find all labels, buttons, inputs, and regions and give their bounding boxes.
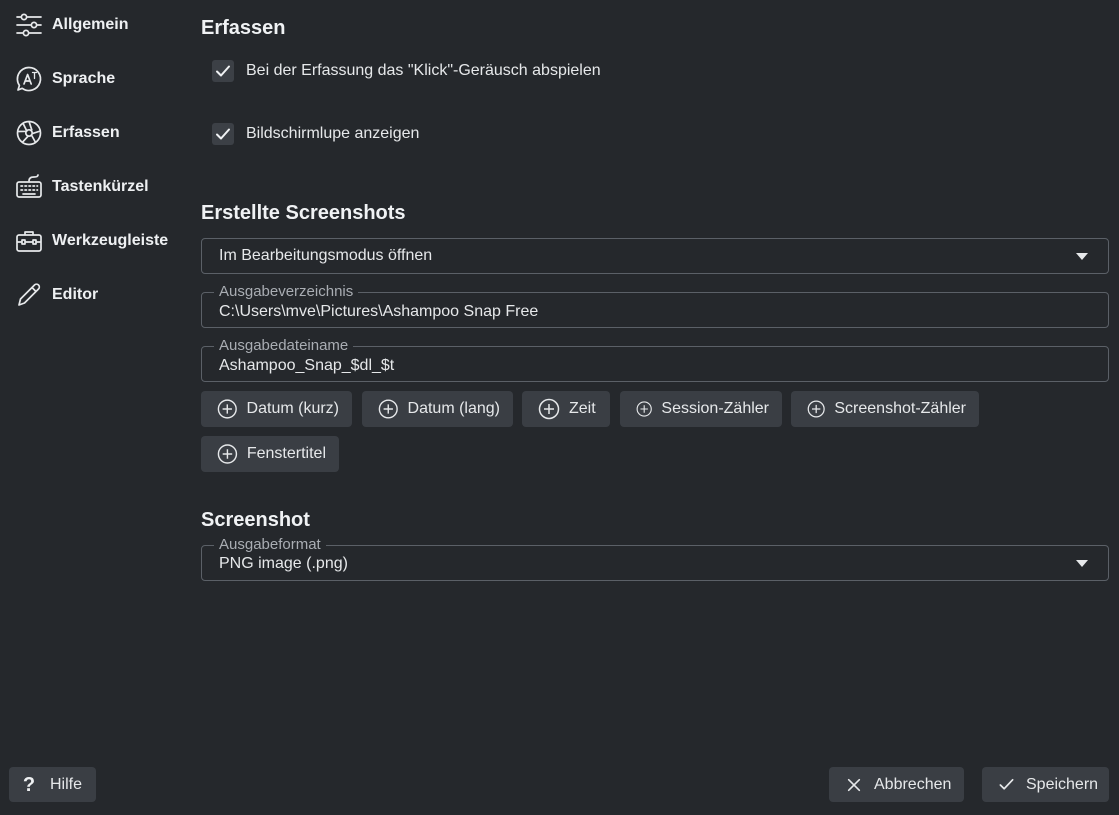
help-button-label: Hilfe <box>50 775 83 793</box>
output-directory-label: Ausgabeverzeichnis <box>214 283 359 301</box>
checkmark-icon <box>997 776 1015 794</box>
output-directory-field: Ausgabeverzeichnis <box>201 283 1109 328</box>
sidebar-item-label: Erfassen <box>52 124 120 141</box>
sidebar-item-label: Tastenkürzel <box>52 178 149 195</box>
question-icon: ? <box>22 773 36 796</box>
section-title-erstellte-screenshots: Erstellte Screenshots <box>201 202 406 224</box>
click-sound-checkbox[interactable] <box>212 60 234 82</box>
sidebar-item-label: Editor <box>52 286 99 303</box>
keyboard-icon <box>14 172 44 202</box>
toolbox-icon <box>14 226 44 256</box>
sliders-icon <box>14 10 44 40</box>
checkmark-icon <box>216 65 230 77</box>
chevron-down-icon <box>1076 253 1088 260</box>
sidebar-item-erfassen[interactable]: Erfassen <box>14 116 184 150</box>
after-capture-value: Im Bearbeitungsmodus öffnen <box>219 247 433 264</box>
plus-circle-icon <box>807 400 825 418</box>
output-filename-label: Ausgabedateiname <box>214 337 354 355</box>
help-button[interactable]: ? Hilfe <box>9 767 96 802</box>
insert-screenshot-counter-button[interactable]: Screenshot-Zähler <box>791 391 979 427</box>
output-format-label: Ausgabeformat <box>214 536 326 554</box>
sidebar-item-editor[interactable]: Editor <box>14 278 184 312</box>
save-button-label: Speichern <box>1026 775 1099 793</box>
chip-label: Datum (lang) <box>407 400 500 417</box>
output-filename-input[interactable] <box>219 356 1089 376</box>
chip-label: Session-Zähler <box>661 400 769 417</box>
cancel-button-label: Abbrechen <box>874 775 952 793</box>
plus-circle-icon <box>538 398 560 420</box>
insert-date-long-button[interactable]: Datum (lang) <box>362 391 513 427</box>
insert-window-title-button[interactable]: Fenstertitel <box>201 436 339 472</box>
cancel-button[interactable]: Abbrechen <box>829 767 964 802</box>
after-capture-select[interactable]: Im Bearbeitungsmodus öffnen <box>201 238 1109 274</box>
output-directory-input[interactable] <box>219 302 1089 322</box>
sidebar-item-sprache[interactable]: Sprache <box>14 62 184 96</box>
sidebar-item-label: Sprache <box>52 70 116 87</box>
chevron-down-icon <box>1076 560 1088 567</box>
magnifier-checkbox-row[interactable]: Bildschirmlupe anzeigen <box>212 123 419 145</box>
click-sound-label: Bei der Erfassung das "Klick"-Geräusch a… <box>246 62 601 79</box>
insert-time-button[interactable]: Zeit <box>522 391 610 427</box>
magnifier-checkbox[interactable] <box>212 123 234 145</box>
chip-label: Fenstertitel <box>246 445 326 462</box>
output-format-value: PNG image (.png) <box>219 555 348 572</box>
plus-circle-icon <box>636 401 652 417</box>
click-sound-checkbox-row[interactable]: Bei der Erfassung das "Klick"-Geräusch a… <box>212 60 601 82</box>
sidebar-item-werkzeugleiste[interactable]: Werkzeugleiste <box>14 224 184 258</box>
chip-label: Datum (kurz) <box>246 400 339 417</box>
plus-circle-icon <box>378 399 398 419</box>
plus-circle-icon <box>217 444 238 464</box>
pencil-icon <box>14 280 44 310</box>
insert-date-short-button[interactable]: Datum (kurz) <box>201 391 352 427</box>
insert-session-counter-button[interactable]: Session-Zähler <box>620 391 782 427</box>
sidebar-item-allgemein[interactable]: Allgemein <box>14 8 184 42</box>
settings-window: Allgemein Sprache Erfassen Tastenkürzel … <box>0 0 1119 815</box>
aperture-icon <box>14 118 44 148</box>
output-format-select[interactable]: Ausgabeformat PNG image (.png) <box>201 536 1109 581</box>
chip-label: Screenshot-Zähler <box>834 400 966 417</box>
chip-label: Zeit <box>569 400 596 417</box>
sidebar-item-tastenkuerzel[interactable]: Tastenkürzel <box>14 170 184 204</box>
checkmark-icon <box>216 128 230 140</box>
magnifier-label: Bildschirmlupe anzeigen <box>246 125 420 142</box>
sidebar-item-label: Allgemein <box>52 16 129 33</box>
language-icon <box>14 64 44 94</box>
section-title-erfassen: Erfassen <box>201 17 286 39</box>
sidebar-item-label: Werkzeugleiste <box>52 232 169 249</box>
section-title-screenshot: Screenshot <box>201 509 310 531</box>
plus-circle-icon <box>217 399 237 419</box>
close-icon <box>845 776 863 794</box>
save-button[interactable]: Speichern <box>982 767 1109 802</box>
output-filename-field: Ausgabedateiname <box>201 337 1109 382</box>
sidebar: Allgemein Sprache Erfassen Tastenkürzel … <box>0 0 185 740</box>
